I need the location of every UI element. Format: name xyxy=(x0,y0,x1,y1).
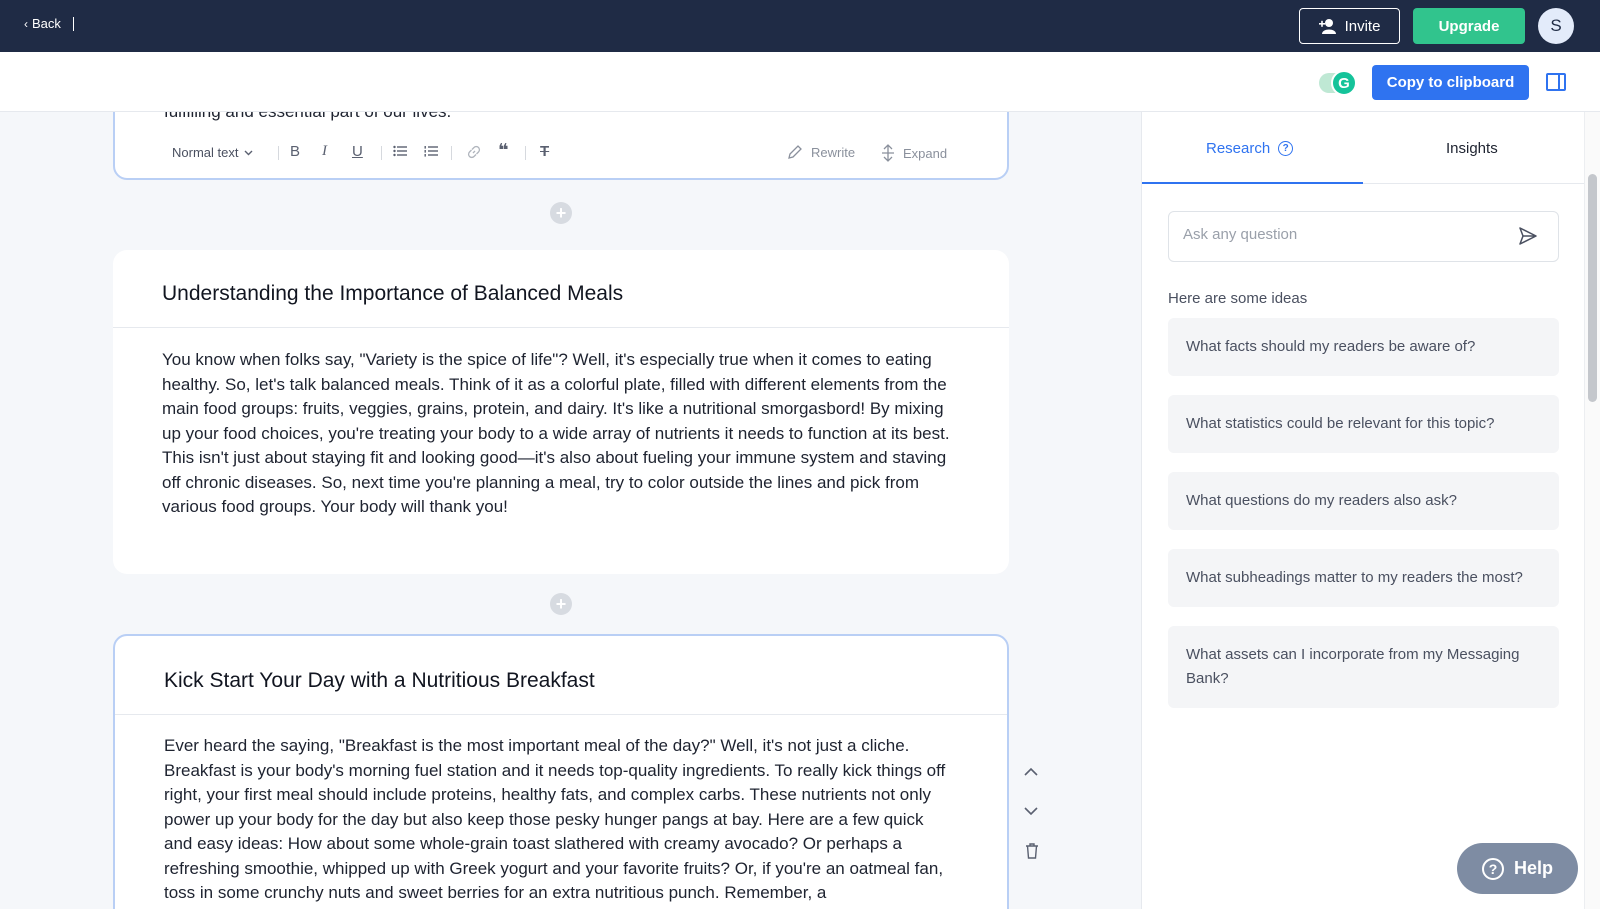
quote-icon[interactable]: ❝ xyxy=(498,140,509,161)
grammarly-toggle[interactable]: G xyxy=(1319,70,1357,96)
ideas-heading: Here are some ideas xyxy=(1168,290,1308,307)
ask-question-input[interactable] xyxy=(1183,226,1503,243)
move-up-icon[interactable] xyxy=(1024,767,1038,776)
add-block-icon[interactable]: + xyxy=(550,202,572,224)
format-toolbar: Normal text B I U ❝ T Rewrite Expand xyxy=(115,134,1007,170)
bold-icon[interactable]: B xyxy=(290,143,300,160)
text-style-label: Normal text xyxy=(172,145,239,160)
clear-format-icon[interactable]: T xyxy=(540,143,549,160)
help-button[interactable]: ? Help xyxy=(1457,843,1578,894)
grammarly-icon: G xyxy=(1331,70,1357,96)
section-heading[interactable]: Kick Start Your Day with a Nutritious Br… xyxy=(164,669,595,693)
content-block[interactable]: Kick Start Your Day with a Nutritious Br… xyxy=(113,634,1009,909)
divider xyxy=(72,16,74,31)
tab-research-label: Research xyxy=(1206,140,1271,157)
add-block-icon[interactable]: + xyxy=(550,593,572,615)
send-icon[interactable] xyxy=(1518,226,1538,246)
text-style-dropdown[interactable]: Normal text xyxy=(172,145,253,160)
link-icon[interactable] xyxy=(467,145,481,159)
section-body[interactable]: Ever heard the saying, "Breakfast is the… xyxy=(164,734,954,906)
divider xyxy=(525,146,526,160)
divider xyxy=(451,146,452,160)
panel-toggle-icon[interactable] xyxy=(1546,73,1566,91)
content-block[interactable]: fulfilling and essential part of our liv… xyxy=(113,112,1009,180)
editor-area: fulfilling and essential part of our liv… xyxy=(0,112,1141,909)
italic-icon[interactable]: I xyxy=(322,143,327,160)
research-panel: Research ? Insights Here are some ideas … xyxy=(1141,112,1585,909)
tab-research[interactable]: Research ? xyxy=(1206,140,1294,157)
divider xyxy=(115,714,1007,715)
invite-button[interactable]: Invite xyxy=(1299,8,1400,44)
question-icon: ? xyxy=(1481,857,1504,880)
bullet-list-icon[interactable] xyxy=(393,145,407,157)
ask-question-box xyxy=(1168,211,1559,262)
rewrite-label: Rewrite xyxy=(811,144,856,160)
idea-suggestion[interactable]: What facts should my readers be aware of… xyxy=(1168,318,1559,376)
avatar[interactable]: S xyxy=(1538,8,1574,44)
pencil-icon xyxy=(788,145,802,159)
idea-suggestion[interactable]: What assets can I incorporate from my Me… xyxy=(1168,626,1559,708)
chevron-left-icon: ‹ xyxy=(24,16,28,31)
back-button[interactable]: ‹ Back xyxy=(24,16,74,31)
section-heading[interactable]: Understanding the Importance of Balanced… xyxy=(162,282,623,306)
divider xyxy=(113,327,1009,328)
expand-icon xyxy=(882,144,894,162)
document-toolbar xyxy=(0,52,1600,112)
scrollbar[interactable] xyxy=(1584,112,1600,909)
help-label: Help xyxy=(1513,858,1553,878)
active-tab-indicator xyxy=(1142,182,1363,184)
help-circle-icon[interactable]: ? xyxy=(1278,141,1294,156)
upgrade-button[interactable]: Upgrade xyxy=(1413,8,1525,44)
chevron-down-icon xyxy=(244,150,253,155)
rewrite-button[interactable]: Rewrite xyxy=(787,144,855,160)
content-block[interactable]: Understanding the Importance of Balanced… xyxy=(113,250,1009,574)
add-user-icon xyxy=(1318,19,1336,34)
copy-to-clipboard-button[interactable]: Copy to clipboard xyxy=(1372,65,1529,100)
section-body[interactable]: You know when folks say, "Variety is the… xyxy=(162,348,952,520)
move-down-icon[interactable] xyxy=(1024,807,1038,816)
expand-label: Expand xyxy=(903,145,948,161)
invite-label: Invite xyxy=(1344,17,1381,35)
divider xyxy=(381,146,382,160)
underline-icon[interactable]: U xyxy=(352,143,363,160)
idea-suggestion[interactable]: What statistics could be relevant for th… xyxy=(1168,395,1559,453)
scrollbar-thumb[interactable] xyxy=(1588,174,1597,402)
idea-suggestion[interactable]: What questions do my readers also ask? xyxy=(1168,472,1559,530)
trash-icon[interactable] xyxy=(1025,843,1039,859)
back-label: Back xyxy=(32,16,61,31)
divider xyxy=(278,146,279,160)
idea-suggestion[interactable]: What subheadings matter to my readers th… xyxy=(1168,549,1559,607)
tab-insights[interactable]: Insights xyxy=(1446,140,1498,157)
block-text[interactable]: fulfilling and essential part of our liv… xyxy=(164,112,451,124)
numbered-list-icon[interactable] xyxy=(424,145,438,157)
expand-button[interactable]: Expand xyxy=(881,144,947,162)
top-bar: ‹ Back Invite Upgrade S xyxy=(0,0,1600,52)
